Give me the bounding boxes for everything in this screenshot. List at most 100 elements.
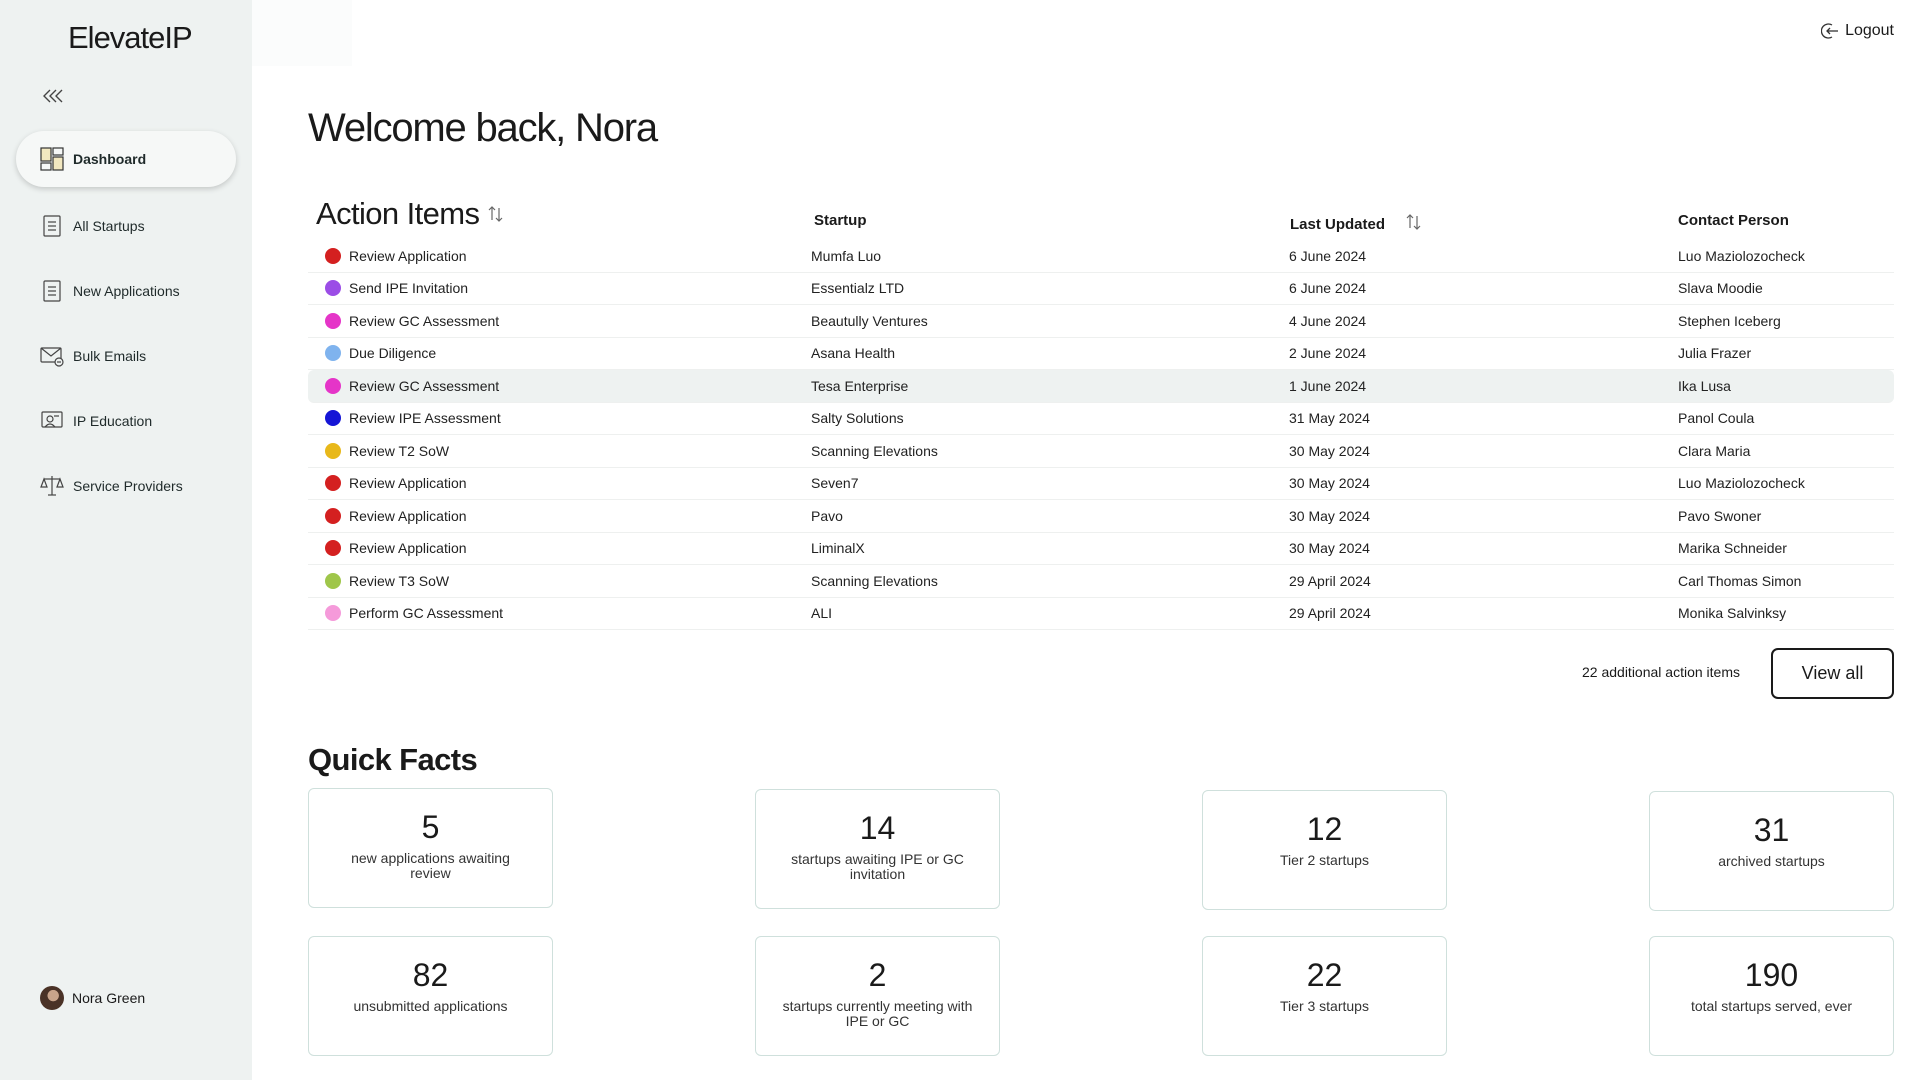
collapse-sidebar-icon[interactable]	[40, 86, 66, 106]
column-header-startup[interactable]: Startup	[814, 212, 867, 229]
sidebar-item-label: Service Providers	[73, 478, 183, 494]
action-items-heading: Action Items	[316, 196, 480, 231]
status-dot	[325, 247, 341, 264]
top-strip	[252, 0, 352, 66]
updated-cell: 29 April 2024	[1289, 605, 1371, 622]
contact-cell: Monika Salvinksy	[1678, 605, 1787, 622]
sidebar-item-new-applications[interactable]: New Applications	[16, 263, 236, 319]
contact-cell: Luo Maziolozocheck	[1678, 475, 1805, 492]
table-row[interactable]: Review Application Pavo 30 May 2024 Pavo…	[308, 500, 1894, 533]
fact-value: 14	[859, 810, 896, 846]
view-all-button[interactable]: View all	[1771, 648, 1894, 699]
dashboard-icon	[40, 147, 64, 171]
startup-cell: Tesa Enterprise	[811, 377, 909, 394]
updated-cell: 30 May 2024	[1289, 442, 1370, 459]
sidebar-item-bulk-emails[interactable]: Bulk Emails	[16, 328, 236, 384]
contact-cell: Ika Lusa	[1678, 377, 1731, 394]
table-row[interactable]: Review Application Seven7 30 May 2024 Lu…	[308, 468, 1894, 500]
updated-cell: 29 April 2024	[1289, 572, 1371, 589]
user-name: Nora Green	[72, 990, 146, 1006]
table-row[interactable]: Review Application LiminalX 30 May 2024 …	[308, 533, 1894, 565]
table-row[interactable]: Review IPE Assessment Salty Solutions 31…	[308, 403, 1894, 435]
fact-card: 5 new applications awaiting review	[308, 788, 553, 908]
startup-cell: Scanning Elevations	[811, 442, 938, 459]
column-header-contact[interactable]: Contact Person	[1678, 212, 1789, 229]
action-items-title: Action Items	[316, 196, 505, 232]
startup-cell: Salty Solutions	[811, 410, 904, 427]
presentation-icon	[40, 409, 64, 433]
action-cell: Review T2 SoW	[349, 442, 450, 459]
status-dot	[325, 605, 341, 622]
document-list-icon	[40, 279, 64, 303]
updated-cell: 1 June 2024	[1289, 377, 1367, 394]
contact-cell: Pavo Swoner	[1678, 507, 1762, 524]
fact-value: 12	[1306, 811, 1343, 847]
sidebar-item-label: All Startups	[73, 218, 145, 234]
fact-value: 2	[868, 957, 887, 993]
user-profile[interactable]: Nora Green	[40, 986, 145, 1010]
logout-label: Logout	[1845, 22, 1894, 39]
sidebar-item-ip-education[interactable]: IP Education	[16, 393, 236, 449]
action-items-table: Review Application Mumfa Luo 6 June 2024…	[308, 240, 1894, 630]
contact-cell: Stephen Iceberg	[1678, 312, 1781, 329]
sort-icon[interactable]	[487, 196, 505, 232]
sidebar-item-service-providers[interactable]: Service Providers	[16, 458, 236, 514]
table-row[interactable]: Review Application Mumfa Luo 6 June 2024…	[308, 240, 1894, 273]
updated-cell: 31 May 2024	[1289, 410, 1370, 427]
status-dot	[325, 410, 341, 427]
fact-card: 190 total startups served, ever	[1649, 936, 1894, 1056]
column-header-last-updated[interactable]: Last Updated	[1290, 212, 1423, 236]
mail-icon	[40, 344, 64, 368]
sidebar-item-label: Bulk Emails	[73, 348, 147, 364]
table-row[interactable]: Due Diligence Asana Health 2 June 2024 J…	[308, 338, 1894, 370]
startup-cell: Seven7	[811, 475, 859, 492]
action-cell: Send IPE Invitation	[349, 280, 469, 297]
startup-cell: Scanning Elevations	[811, 572, 938, 589]
fact-card: 2 startups currently meeting with IPE or…	[755, 936, 1000, 1056]
table-row[interactable]: Review GC Assessment Tesa Enterprise 1 J…	[308, 370, 1894, 403]
action-cell: Review IPE Assessment	[349, 410, 501, 427]
table-row[interactable]: Perform GC Assessment ALI 29 April 2024 …	[308, 598, 1894, 630]
fact-label: unsubmitted applications	[353, 998, 508, 1014]
fact-label: startups awaiting IPE or GC invitation	[791, 851, 964, 882]
app-logo: ElevateIP	[68, 20, 193, 55]
sidebar-item-label: Dashboard	[73, 151, 147, 167]
startup-cell: Pavo	[811, 507, 843, 524]
startup-cell: Mumfa Luo	[811, 247, 882, 264]
sidebar-item-all-startups[interactable]: All Startups	[16, 198, 236, 254]
updated-cell: 6 June 2024	[1289, 280, 1367, 297]
action-cell: Review Application	[349, 507, 467, 524]
updated-cell: 6 June 2024	[1289, 247, 1367, 264]
logout-icon	[1821, 23, 1839, 39]
logout-button[interactable]: Logout	[1821, 22, 1894, 40]
fact-value: 5	[421, 809, 440, 845]
sort-icon[interactable]	[1405, 212, 1423, 236]
fact-label: new applications awaiting review	[351, 850, 510, 881]
action-cell: Review Application	[349, 475, 467, 492]
contact-cell: Clara Maria	[1678, 442, 1751, 459]
action-cell: Review T3 SoW	[349, 572, 450, 589]
action-cell: Review GC Assessment	[349, 377, 500, 394]
fact-card: 31 archived startups	[1649, 791, 1894, 911]
table-row[interactable]: Send IPE Invitation Essentialz LTD 6 Jun…	[308, 273, 1894, 305]
table-row[interactable]: Review T2 SoW Scanning Elevations 30 May…	[308, 435, 1894, 468]
fact-label: archived startups	[1718, 853, 1825, 869]
contact-cell: Carl Thomas Simon	[1678, 572, 1802, 589]
app-root: ElevateIP Dashboard All Startups New App…	[0, 0, 1920, 1080]
fact-value: 190	[1744, 957, 1799, 993]
fact-label: Tier 3 startups	[1280, 998, 1369, 1014]
fact-value: 22	[1306, 957, 1343, 993]
startup-cell: Essentialz LTD	[811, 280, 905, 297]
updated-cell: 30 May 2024	[1289, 540, 1370, 557]
sidebar-item-dashboard[interactable]: Dashboard	[16, 131, 236, 187]
contact-cell: Panol Coula	[1678, 410, 1755, 427]
table-row[interactable]: Review T3 SoW Scanning Elevations 29 Apr…	[308, 565, 1894, 598]
action-cell: Perform GC Assessment	[349, 605, 504, 622]
fact-label: total startups served, ever	[1690, 998, 1853, 1014]
status-dot	[325, 475, 341, 492]
status-dot	[325, 442, 341, 459]
avatar	[40, 986, 64, 1010]
contact-cell: Julia Frazer	[1678, 345, 1752, 362]
table-row[interactable]: Review GC Assessment Beautully Ventures …	[308, 305, 1894, 338]
startup-cell: ALI	[811, 605, 833, 622]
